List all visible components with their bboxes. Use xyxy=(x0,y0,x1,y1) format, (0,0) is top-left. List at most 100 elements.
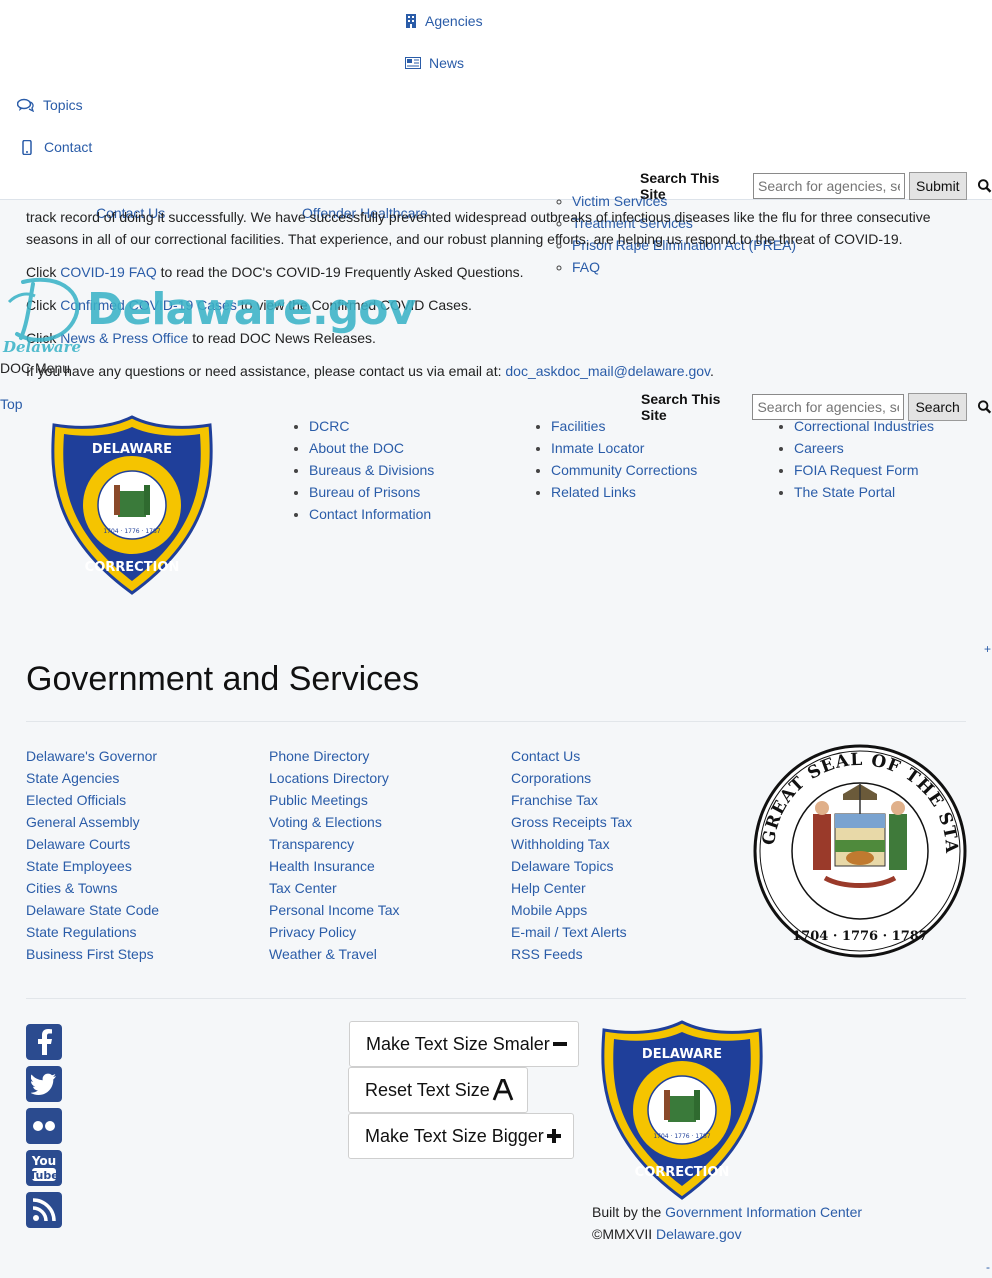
list-item[interactable]: Careers xyxy=(794,437,934,459)
list-item-link[interactable]: Privacy Policy xyxy=(269,924,356,940)
list-item[interactable]: The State Portal xyxy=(794,481,934,503)
list-item-link[interactable]: Community Corrections xyxy=(551,462,697,478)
list-item-link[interactable]: Contact Us xyxy=(511,748,580,764)
text-bigger-button[interactable]: Make Text Size Bigger xyxy=(348,1113,574,1159)
list-item[interactable]: Elected Officials xyxy=(26,789,159,811)
list-item[interactable]: General Assembly xyxy=(26,811,159,833)
list-item-link[interactable]: Public Meetings xyxy=(269,792,368,808)
list-item-link[interactable]: Related Links xyxy=(551,484,636,500)
list-item[interactable]: RSS Feeds xyxy=(511,943,632,965)
list-item[interactable]: Bureau of Prisons xyxy=(309,481,434,503)
list-item[interactable]: Voting & Elections xyxy=(269,811,399,833)
search-icon[interactable] xyxy=(977,399,992,415)
list-item-link[interactable]: Help Center xyxy=(511,880,586,896)
list-item[interactable]: Delaware State Code xyxy=(26,899,159,921)
list-item-link[interactable]: Correctional Industries xyxy=(794,418,934,434)
list-item[interactable]: Cities & Towns xyxy=(26,877,159,899)
list-item[interactable]: State Employees xyxy=(26,855,159,877)
nav-news[interactable]: News xyxy=(405,55,464,71)
list-item[interactable]: Facilities xyxy=(551,415,697,437)
rss-icon[interactable] xyxy=(26,1192,62,1228)
flickr-icon[interactable] xyxy=(26,1108,62,1144)
list-item-link[interactable]: Contact Information xyxy=(309,506,431,522)
list-item-link[interactable]: Careers xyxy=(794,440,844,456)
list-item-link[interactable]: Health Insurance xyxy=(269,858,375,874)
list-item-link[interactable]: About the DOC xyxy=(309,440,404,456)
list-item-link[interactable]: Gross Receipts Tax xyxy=(511,814,632,830)
list-item[interactable]: Phone Directory xyxy=(269,745,399,767)
list-item[interactable]: State Regulations xyxy=(26,921,159,943)
facebook-icon[interactable] xyxy=(26,1024,62,1060)
list-item[interactable]: Contact Us xyxy=(511,745,632,767)
list-item[interactable]: Delaware's Governor xyxy=(26,745,159,767)
list-item-link[interactable]: E-mail / Text Alerts xyxy=(511,924,627,940)
top-link[interactable]: Top xyxy=(0,396,23,412)
list-item[interactable]: Tax Center xyxy=(269,877,399,899)
list-item[interactable]: Transparency xyxy=(269,833,399,855)
expand-toggle[interactable]: + xyxy=(984,642,991,656)
list-item[interactable]: Health Insurance xyxy=(269,855,399,877)
nav-topics[interactable]: Topics xyxy=(17,97,83,113)
list-item-link[interactable]: Franchise Tax xyxy=(511,792,598,808)
email-link[interactable]: doc_askdoc_mail@delaware.gov xyxy=(505,363,710,379)
list-item-link[interactable]: Corporations xyxy=(511,770,591,786)
collapse-toggle[interactable]: - xyxy=(986,1260,990,1274)
delaware-gov-link[interactable]: Delaware.gov xyxy=(656,1226,742,1242)
list-item[interactable]: Business First Steps xyxy=(26,943,159,965)
search-icon[interactable] xyxy=(977,178,992,194)
list-item-link[interactable]: Withholding Tax xyxy=(511,836,610,852)
list-item-link[interactable]: DCRC xyxy=(309,418,349,434)
list-item[interactable]: DCRC xyxy=(309,415,434,437)
list-item-link[interactable]: Locations Directory xyxy=(269,770,389,786)
list-item[interactable]: Mobile Apps xyxy=(511,899,632,921)
list-item-link[interactable]: Delaware's Governor xyxy=(26,748,157,764)
list-item[interactable]: Privacy Policy xyxy=(269,921,399,943)
list-item-link[interactable]: General Assembly xyxy=(26,814,140,830)
list-item[interactable]: Community Corrections xyxy=(551,459,697,481)
list-item[interactable]: E-mail / Text Alerts xyxy=(511,921,632,943)
twitter-icon[interactable] xyxy=(26,1066,62,1102)
list-item[interactable]: State Agencies xyxy=(26,767,159,789)
list-item-link[interactable]: The State Portal xyxy=(794,484,895,500)
list-item-link[interactable]: Delaware Courts xyxy=(26,836,130,852)
list-item[interactable]: Locations Directory xyxy=(269,767,399,789)
list-item-link[interactable]: Phone Directory xyxy=(269,748,369,764)
list-item-link[interactable]: Delaware Topics xyxy=(511,858,613,874)
list-item[interactable]: Delaware Topics xyxy=(511,855,632,877)
list-item[interactable]: FOIA Request Form xyxy=(794,459,934,481)
list-item-link[interactable]: Personal Income Tax xyxy=(269,902,399,918)
list-item[interactable]: Franchise Tax xyxy=(511,789,632,811)
list-item[interactable]: Corporations xyxy=(511,767,632,789)
text-reset-button[interactable]: Reset Text Size xyxy=(348,1067,528,1113)
list-item-link[interactable]: State Agencies xyxy=(26,770,119,786)
list-item-link[interactable]: Delaware State Code xyxy=(26,902,159,918)
top-submit-button[interactable]: Submit xyxy=(909,172,967,200)
list-item[interactable]: Withholding Tax xyxy=(511,833,632,855)
list-item-link[interactable]: Business First Steps xyxy=(26,946,154,962)
list-item-link[interactable]: Elected Officials xyxy=(26,792,126,808)
list-item-link[interactable]: FOIA Request Form xyxy=(794,462,918,478)
list-item[interactable]: Related Links xyxy=(551,481,697,503)
doc-badge-logo[interactable]: 1704 · 1776 · 1787 DELAWARE CORRECTION xyxy=(48,415,216,597)
list-item[interactable]: About the DOC xyxy=(309,437,434,459)
list-item[interactable]: Gross Receipts Tax xyxy=(511,811,632,833)
doc-menu-label[interactable]: DOC Menu xyxy=(0,360,70,376)
list-item[interactable]: Contact Information xyxy=(309,503,434,525)
list-item-link[interactable]: Facilities xyxy=(551,418,605,434)
list-item-link[interactable]: Voting & Elections xyxy=(269,814,382,830)
list-item[interactable]: Help Center xyxy=(511,877,632,899)
list-item-link[interactable]: Weather & Travel xyxy=(269,946,377,962)
list-item[interactable]: Weather & Travel xyxy=(269,943,399,965)
list-item[interactable]: Delaware Courts xyxy=(26,833,159,855)
delaware-gov-logo[interactable]: Delaware.gov Delaware xyxy=(3,272,416,360)
list-item-link[interactable]: State Regulations xyxy=(26,924,137,940)
list-item-link[interactable]: RSS Feeds xyxy=(511,946,583,962)
list-item[interactable]: Correctional Industries xyxy=(794,415,934,437)
gic-link[interactable]: Government Information Center xyxy=(665,1204,862,1220)
nav-agencies[interactable]: Agencies xyxy=(405,13,483,29)
list-item[interactable]: Bureaus & Divisions xyxy=(309,459,434,481)
list-item-link[interactable]: Transparency xyxy=(269,836,354,852)
list-item-link[interactable]: Mobile Apps xyxy=(511,902,587,918)
list-item-link[interactable]: Tax Center xyxy=(269,880,337,896)
list-item-link[interactable]: Inmate Locator xyxy=(551,440,644,456)
